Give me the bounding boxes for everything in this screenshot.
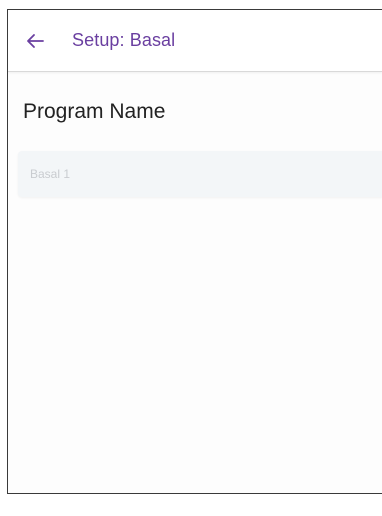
arrow-left-glyph (27, 33, 44, 48)
app-screen: Setup: Basal Program Name (7, 9, 382, 494)
program-name-input[interactable] (18, 151, 382, 197)
arrow-left-icon[interactable] (24, 30, 46, 52)
top-app-bar: Setup: Basal (8, 10, 382, 72)
program-name-heading: Program Name (23, 100, 166, 123)
page-title: Setup: Basal (72, 30, 176, 50)
